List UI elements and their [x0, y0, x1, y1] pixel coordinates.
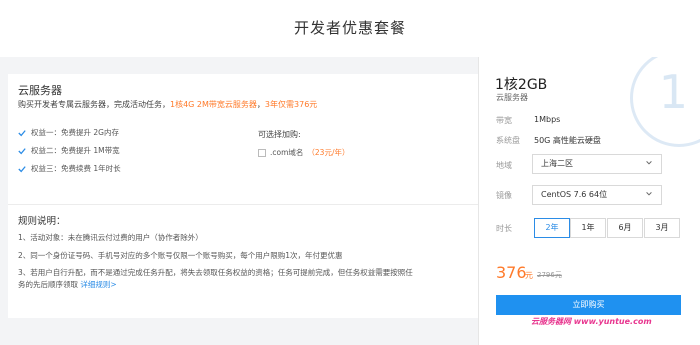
- region-select[interactable]: 上海二区: [532, 154, 662, 174]
- buy-now-button[interactable]: 立即购买: [496, 295, 681, 315]
- duration-option-3m[interactable]: 3月: [644, 218, 680, 238]
- price-value: 376: [496, 263, 527, 282]
- page-title: 开发者优惠套餐: [293, 19, 406, 37]
- image-value: CentOS 7.6 64位: [541, 190, 608, 199]
- duration-label: 时长: [496, 224, 512, 233]
- benefit-label: 权益三：免费续费 1年时长: [31, 164, 121, 173]
- product-card: 1 1核2GB 云服务器 带宽 1Mbps 系统盘 50G 高性能云硬盘 地域 …: [478, 57, 700, 345]
- offer-desc-highlight-2: 3年仅需376元: [264, 100, 318, 109]
- detail-rules-link[interactable]: 详细规则>: [80, 280, 116, 289]
- disk-value: 50G 高性能云硬盘: [534, 136, 601, 145]
- offer-desc-highlight-1: 1核4G 2M带宽云服务器: [170, 100, 257, 109]
- benefit-item: 权益三：免费续费 1年时长: [18, 163, 121, 174]
- addon-title: 可选择加购:: [258, 130, 301, 139]
- offer-title: 云服务器: [18, 84, 62, 97]
- disk-label: 系统盘: [496, 136, 520, 145]
- check-icon: [18, 129, 26, 136]
- chevron-down-icon: [646, 192, 652, 196]
- addon-label: .com域名: [270, 148, 304, 157]
- bandwidth-value: 1Mbps: [534, 115, 561, 124]
- image-select[interactable]: CentOS 7.6 64位: [532, 185, 662, 205]
- rules-card: 规则说明： 1、活动对象：未在腾讯云付过费的用户（协作者除外） 2、同一个身份证…: [8, 204, 478, 318]
- benefit-label: 权益二：免费提升 1M带宽: [31, 146, 120, 155]
- addon-domain-option[interactable]: .com域名 （23元/年）: [258, 147, 349, 158]
- image-label: 镜像: [496, 191, 512, 200]
- benefit-label: 权益一：免费提升 2G内存: [31, 128, 119, 137]
- chevron-down-icon: [646, 161, 652, 165]
- watermark-cn: 云服务器网: [531, 317, 571, 326]
- checkbox-icon[interactable]: [258, 148, 266, 157]
- rule-item: 2、同一个身份证号码、手机号对应的多个账号仅限一个账号购买，每个用户限购1次，年…: [18, 251, 343, 260]
- bandwidth-label: 带宽: [496, 116, 512, 125]
- product-title: 1核2GB: [495, 77, 548, 93]
- check-icon: [18, 147, 26, 154]
- rule-item: 3、若用户自行升配，而不是通过完成任务升配，将失去领取任务权益的资格；任务可提前…: [18, 268, 413, 277]
- rule-item-continued: 务的先后顺序领取 详细规则>: [18, 279, 117, 291]
- duration-option-2y[interactable]: 2年: [534, 218, 570, 238]
- offer-card: 云服务器 购买开发者专属云服务器，完成活动任务，1核4G 2M带宽云服务器，3年…: [8, 74, 478, 204]
- offer-desc-sep: ，: [256, 100, 265, 109]
- offer-desc-text: 购买开发者专属云服务器，完成活动任务，: [18, 100, 170, 109]
- badge-number: 1: [658, 65, 688, 119]
- benefit-item: 权益二：免费提升 1M带宽: [18, 145, 120, 156]
- offer-description: 购买开发者专属云服务器，完成活动任务，1核4G 2M带宽云服务器，3年仅需376…: [18, 99, 317, 110]
- rule-text: 务的先后顺序领取: [18, 280, 78, 289]
- rules-title: 规则说明：: [18, 216, 66, 227]
- price-unit: 元: [525, 271, 533, 280]
- product-subtitle: 云服务器: [496, 93, 528, 102]
- duration-option-1y[interactable]: 1年: [570, 218, 606, 238]
- benefit-item: 权益一：免费提升 2G内存: [18, 127, 119, 138]
- region-label: 地域: [496, 161, 512, 170]
- rule-item: 1、活动对象：未在腾讯云付过费的用户（协作者除外）: [18, 233, 203, 242]
- duration-option-6m[interactable]: 6月: [607, 218, 643, 238]
- watermark: 云服务器网 www.yuntue.com: [531, 316, 652, 327]
- check-icon: [18, 165, 26, 172]
- region-value: 上海二区: [541, 159, 573, 168]
- original-price: 2796元: [537, 271, 562, 279]
- watermark-url: www.yuntue.com: [571, 317, 652, 326]
- addon-price: （23元/年）: [307, 148, 350, 157]
